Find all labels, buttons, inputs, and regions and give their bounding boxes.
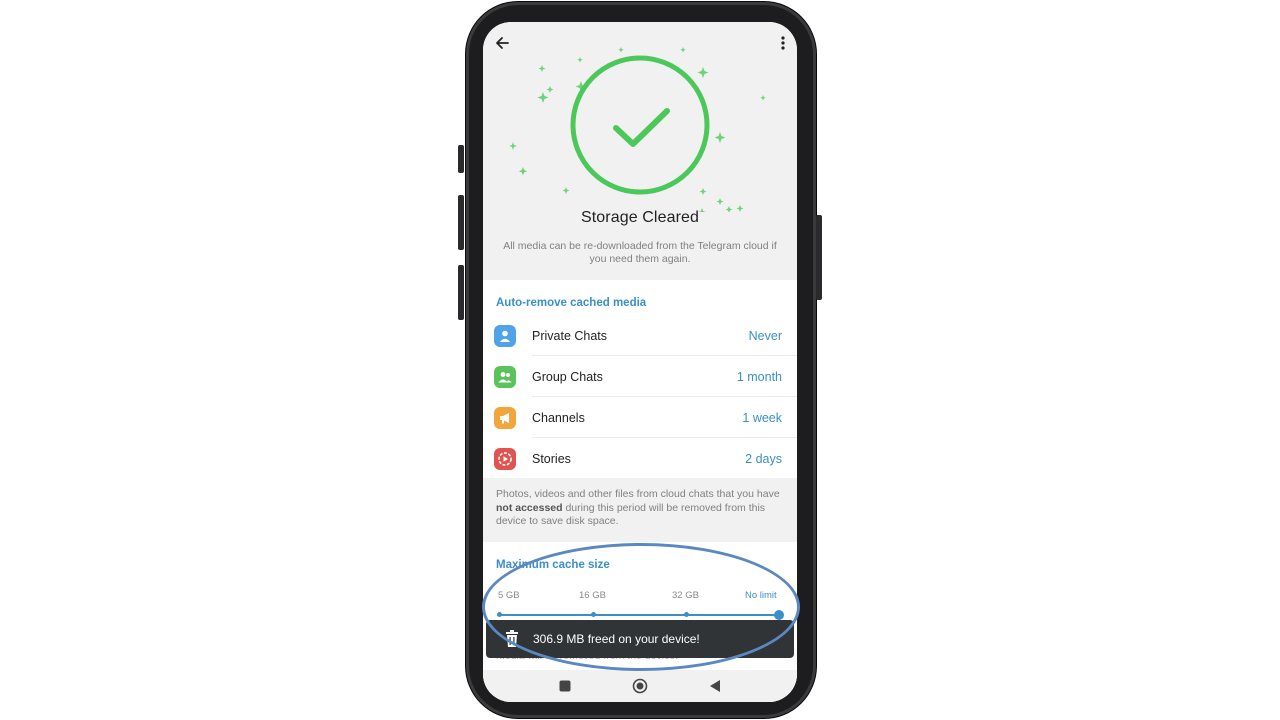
circle-icon [632,678,648,694]
phone-screen: Storage Cleared All media can be re-down… [483,22,797,702]
page-subtitle: All media can be re-downloaded from the … [503,240,777,265]
slider-tick [497,612,502,617]
cache-option-label: 5 GB [498,590,520,601]
row-channels[interactable]: Channels 1 week [483,397,797,438]
toast-message: 306.9 MB freed on your device! [533,632,700,646]
recents-button[interactable] [557,678,573,694]
row-value: 2 days [745,451,782,466]
power-button [816,215,822,300]
info-text-part: Photos, videos and other files from clou… [496,488,780,500]
group-icon [494,365,516,388]
checkmark-circle-icon [509,47,766,219]
home-button[interactable] [632,678,648,694]
auto-remove-info: Photos, videos and other files from clou… [483,478,797,542]
row-value: 1 week [742,410,782,425]
slider-tick [684,612,689,617]
cache-option-label: 32 GB [672,590,699,601]
person-icon [494,324,516,347]
square-icon [559,680,571,692]
row-value: Never [748,328,782,343]
row-private-chats[interactable]: Private Chats Never [483,315,797,356]
cache-option-label: 16 GB [579,590,606,601]
toast-notification: 306.9 MB freed on your device! [486,620,794,658]
slider-thumb[interactable] [774,610,784,620]
cache-size-slider[interactable] [499,614,780,616]
success-illustration [483,42,797,219]
back-nav-button[interactable] [707,678,723,694]
page-title: Storage Cleared [580,209,699,226]
info-text-bold: not accessed [496,501,563,514]
row-label: Private Chats [532,328,608,343]
auto-remove-info-text: Photos, videos and other files from clou… [496,488,784,529]
volume-down-button [458,195,464,250]
slider-tick [591,612,596,617]
row-label: Stories [532,451,571,466]
triangle-back-icon [710,680,720,692]
row-label: Group Chats [532,369,603,384]
auto-remove-section-title: Auto-remove cached media [496,297,647,309]
cache-size-section-title: Maximum cache size [496,559,610,571]
row-stories[interactable]: Stories 2 days [483,438,797,479]
row-value: 1 month [736,369,782,384]
auto-remove-section: Auto-remove cached media Private Chats N… [483,280,797,478]
stage: Storage Cleared All media can be re-down… [0,0,1280,720]
volume-up-button [458,145,464,173]
system-nav-bar [483,670,797,702]
row-label: Channels [532,410,585,425]
trash-icon [506,630,518,647]
storage-cleared-header: Storage Cleared All media can be re-down… [483,22,797,280]
cache-option-label-selected: No limit [745,590,777,601]
megaphone-icon [494,406,516,429]
row-group-chats[interactable]: Group Chats 1 month [483,356,797,397]
mute-button [458,265,464,320]
stories-icon [494,447,516,470]
